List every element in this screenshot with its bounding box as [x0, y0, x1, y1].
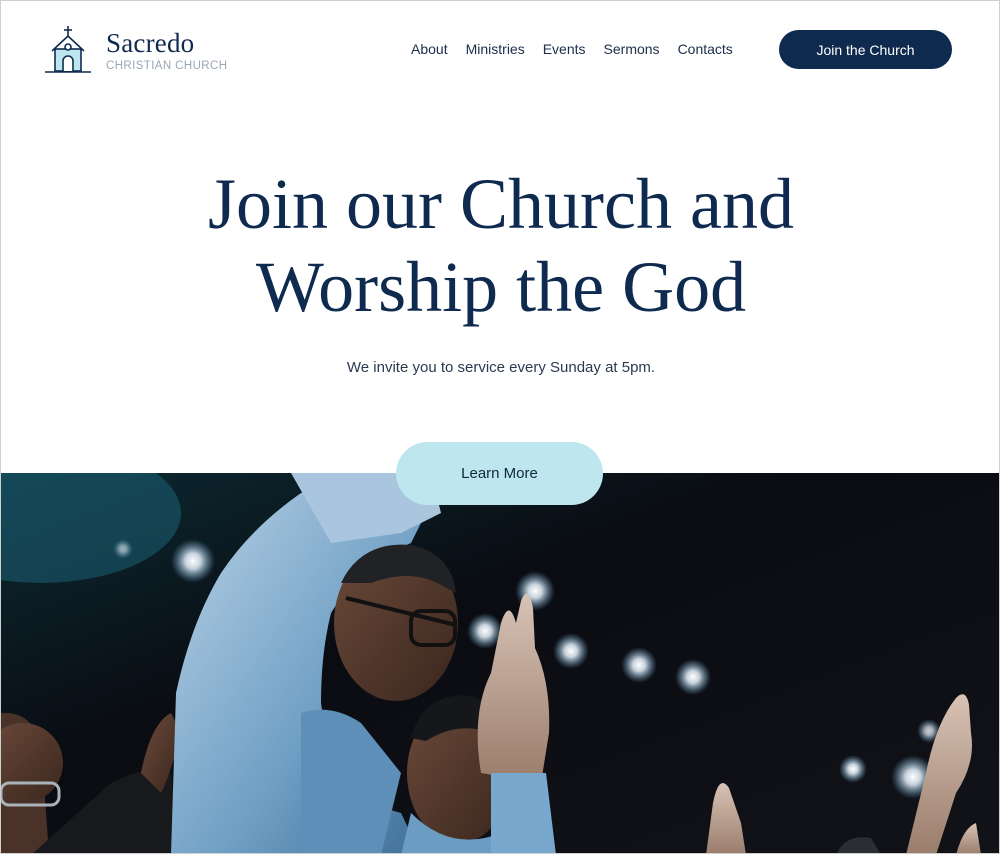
hero-title-line-1: Join our Church and	[208, 164, 794, 244]
brand-logo[interactable]: Sacredo CHRISTIAN CHURCH	[43, 25, 227, 75]
nav-sermons[interactable]: Sermons	[604, 41, 660, 59]
hero-title-line-2: Worship the God	[255, 247, 747, 327]
hero-title: Join our Church and Worship the God	[1, 163, 999, 329]
nav-ministries[interactable]: Ministries	[466, 41, 525, 59]
join-church-button[interactable]: Join the Church	[779, 30, 952, 69]
main-nav: About Ministries Events Sermons Contacts	[411, 41, 751, 59]
nav-contacts[interactable]: Contacts	[678, 41, 733, 59]
brand-name: Sacredo	[106, 28, 195, 58]
hero-subtitle: We invite you to service every Sunday at…	[346, 359, 656, 376]
learn-more-button[interactable]: Learn More	[396, 442, 603, 505]
nav-events[interactable]: Events	[543, 41, 586, 59]
nav-about[interactable]: About	[411, 41, 448, 59]
church-icon	[45, 26, 91, 73]
page-frame: Sacredo CHRISTIAN CHURCH About Ministrie…	[0, 0, 1000, 854]
worship-photo-illustration	[1, 473, 999, 853]
brand-subtitle: CHRISTIAN CHURCH	[106, 60, 228, 72]
worship-photo	[1, 473, 999, 853]
